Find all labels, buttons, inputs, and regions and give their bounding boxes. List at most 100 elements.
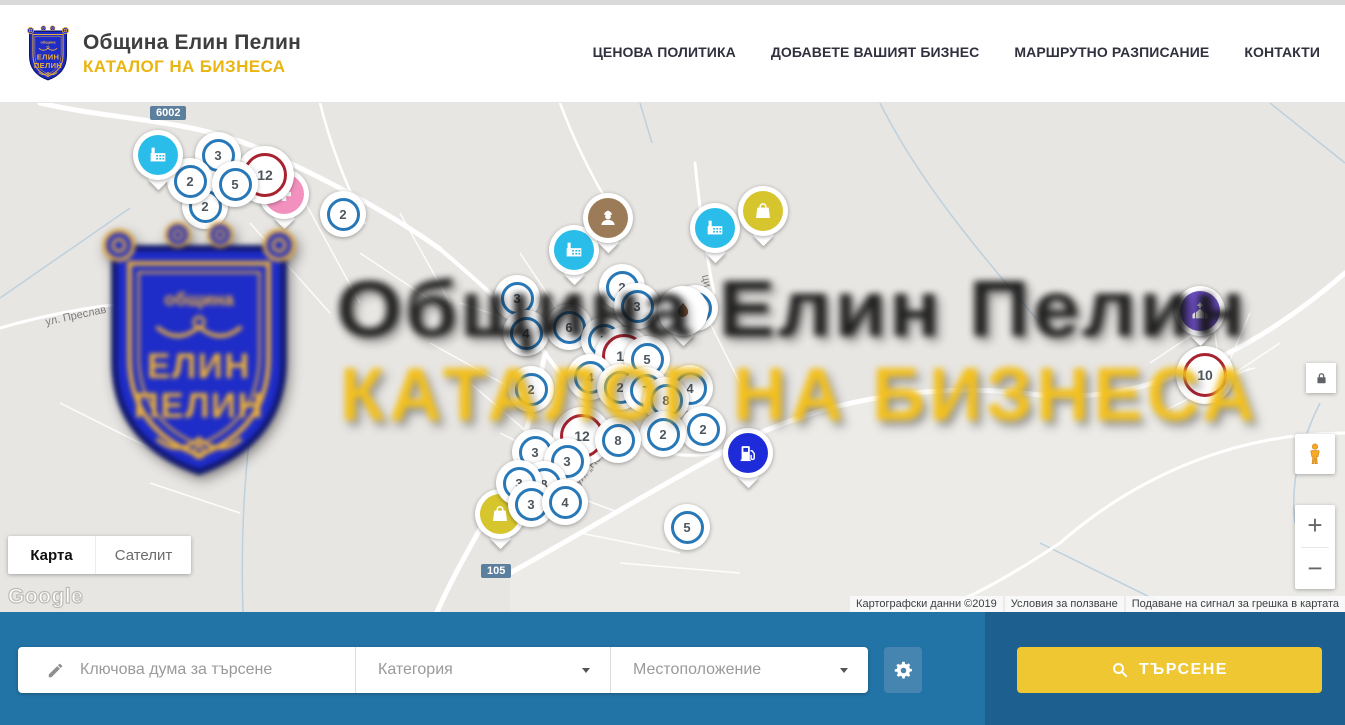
lock-button[interactable] <box>1306 363 1336 393</box>
cluster-count: 3 <box>633 299 640 314</box>
report-error-link[interactable]: Подаване на сигнал за грешка в картата <box>1126 596 1345 612</box>
chevron-down-icon <box>582 668 590 673</box>
cluster-marker[interactable]: 5 <box>212 161 258 207</box>
chevron-down-icon <box>840 668 848 673</box>
cluster-count: 2 <box>186 174 193 189</box>
terms-link[interactable]: Условия за ползване <box>1005 596 1124 612</box>
gear-icon <box>893 660 914 681</box>
nav-item-contacts[interactable]: КОНТАКТИ <box>1244 44 1320 60</box>
cluster-count: 3 <box>531 445 538 460</box>
worker-icon <box>588 198 628 238</box>
factory-icon <box>138 135 178 175</box>
category-select[interactable]: Категория <box>355 647 610 693</box>
cluster-count: 10 <box>1197 367 1213 383</box>
cluster-marker[interactable]: 3 <box>614 283 660 329</box>
site-logo[interactable]: Община Елин Пелин КАТАЛОГ НА БИЗНЕСА <box>25 24 301 83</box>
search-input-group: Категория Местоположение <box>18 647 868 693</box>
map-type-control: Карта Сателит <box>8 536 191 574</box>
zoom-in-button[interactable]: + <box>1295 505 1335 547</box>
site-title: Община Елин Пелин <box>83 31 301 55</box>
cluster-count: 2 <box>527 382 534 397</box>
shopping-bag-icon <box>743 191 783 231</box>
cluster-count: 8 <box>662 393 669 408</box>
flame-pin[interactable] <box>658 286 708 336</box>
pin-body <box>690 203 740 253</box>
cluster-count: 5 <box>231 177 238 192</box>
search-bar: Категория Местоположение ТЪРСЕНЕ <box>0 612 1345 725</box>
cluster-marker[interactable]: 4 <box>542 479 588 525</box>
street-view-pegman-button[interactable] <box>1295 434 1335 474</box>
zoom-out-button[interactable]: − <box>1295 548 1335 590</box>
factory-pin[interactable] <box>690 203 740 253</box>
window-frame-top <box>0 0 1345 5</box>
cluster-count: 2 <box>659 427 666 442</box>
pin-body <box>738 186 788 236</box>
google-map[interactable]: 6002 105 ул. Преслав бул. „Новосел ци 21… <box>0 103 1345 612</box>
cluster-marker[interactable]: 2 <box>320 191 366 237</box>
municipality-emblem-icon <box>25 24 71 83</box>
location-select[interactable]: Местоположение <box>610 647 868 693</box>
search-button[interactable]: ТЪРСЕНЕ <box>1017 647 1322 693</box>
pin-body <box>658 286 708 336</box>
cluster-count: 4 <box>561 495 568 510</box>
cluster-count: 2 <box>201 199 208 214</box>
cluster-marker[interactable]: 8 <box>595 417 641 463</box>
cluster-count: 5 <box>683 520 690 535</box>
cluster-count: 5 <box>643 352 650 367</box>
google-logo[interactable]: Google <box>8 585 83 609</box>
pegman-icon <box>1303 442 1327 466</box>
search-icon <box>1111 661 1129 679</box>
factory-pin[interactable] <box>133 130 183 180</box>
nav-item-route-schedule[interactable]: МАРШРУТНО РАЗПИСАНИЕ <box>1014 44 1209 60</box>
cluster-count: 3 <box>527 497 534 512</box>
cluster-marker[interactable]: 2 <box>680 406 726 452</box>
site-header: Община Елин Пелин КАТАЛОГ НА БИЗНЕСА ЦЕН… <box>0 0 1345 103</box>
map-type-satellite-button[interactable]: Сателит <box>95 536 191 574</box>
attribution-copyright: Картографски данни ©2019 <box>850 596 1003 612</box>
cluster-marker[interactable]: 2 <box>508 366 554 412</box>
map-attribution: Картографски данни ©2019 Условия за полз… <box>850 596 1345 612</box>
page: Община Елин Пелин КАТАЛОГ НА БИЗНЕСА ЦЕН… <box>0 0 1345 725</box>
cluster-count: 4 <box>522 326 529 341</box>
pin-body <box>1175 286 1225 336</box>
nav-item-pricing[interactable]: ЦЕНОВА ПОЛИТИКА <box>593 44 736 60</box>
main-nav: ЦЕНОВА ПОЛИТИКА ДОБАВЕТЕ ВАШИЯТ БИЗНЕС М… <box>593 0 1320 103</box>
pin-body <box>583 193 633 243</box>
factory-icon <box>695 208 735 248</box>
cluster-count: 2 <box>699 422 706 437</box>
cluster-marker[interactable]: 10 <box>1176 346 1234 404</box>
cluster-count: 3 <box>214 148 221 163</box>
map-type-map-button[interactable]: Карта <box>8 536 95 574</box>
keyword-search-input[interactable] <box>80 661 355 679</box>
cluster-count: 12 <box>257 167 273 183</box>
cluster-marker[interactable]: 4 <box>503 310 549 356</box>
keyword-segment <box>18 647 355 693</box>
cluster-count: 3 <box>513 291 520 306</box>
lock-icon <box>1314 371 1329 386</box>
fuel-pin[interactable] <box>723 428 773 478</box>
pencil-icon <box>46 661 65 680</box>
nav-item-add-business[interactable]: ДОБАВЕТЕ ВАШИЯТ БИЗНЕС <box>771 44 980 60</box>
site-subtitle: КАТАЛОГ НА БИЗНЕСА <box>83 57 301 77</box>
cluster-count: 8 <box>614 433 621 448</box>
church-pin[interactable] <box>1175 286 1225 336</box>
shopping-bag-pin[interactable] <box>738 186 788 236</box>
pin-body <box>133 130 183 180</box>
cluster-marker[interactable]: 5 <box>664 504 710 550</box>
cluster-count: 2 <box>339 207 346 222</box>
search-button-label: ТЪРСЕНЕ <box>1139 661 1228 679</box>
cluster-count: 3 <box>563 454 570 469</box>
fuel-icon <box>728 433 768 473</box>
cluster-marker[interactable]: 2 <box>640 411 686 457</box>
location-select-value: Местоположение <box>633 661 761 679</box>
cluster-count: 6 <box>565 320 572 335</box>
church-icon <box>1180 291 1220 331</box>
logo-text: Община Елин Пелин КАТАЛОГ НА БИЗНЕСА <box>83 31 301 77</box>
pin-body <box>723 428 773 478</box>
worker-pin[interactable] <box>583 193 633 243</box>
advanced-settings-button[interactable] <box>884 647 922 693</box>
cluster-count: 4 <box>586 370 593 385</box>
flame-icon <box>663 291 703 331</box>
marker-layer: 2123252233546713542274822128338334510 <box>0 103 1345 612</box>
category-select-value: Категория <box>378 661 453 679</box>
